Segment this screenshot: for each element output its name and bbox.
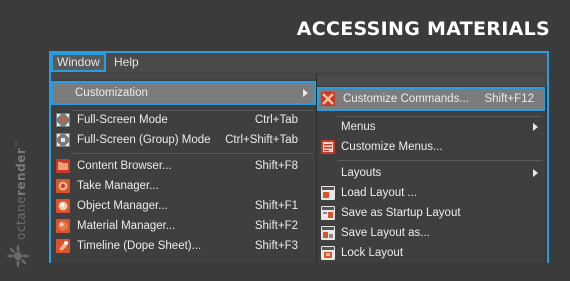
menu-item-label: Content Browser...	[77, 160, 172, 172]
menu-list-icon	[321, 140, 335, 154]
submenu-scroll-edge	[545, 86, 547, 263]
submenu-item-label: Customize Commands...	[343, 93, 469, 105]
keyframe-icon	[56, 239, 70, 253]
sphere-icon	[56, 219, 70, 233]
layout-window-icon	[321, 226, 335, 240]
folder-icon	[56, 159, 70, 173]
submenu-arrow-icon	[533, 123, 538, 131]
submenu-item-customize-commands[interactable]: Customize Commands... Shift+F12	[317, 87, 546, 111]
submenu-item-menus[interactable]: Menus	[317, 117, 546, 137]
lock-layout-icon	[321, 246, 335, 260]
menu-item-label: Customization	[75, 87, 148, 99]
menu-item-shortcut: Shift+F2	[254, 220, 298, 232]
submenu-item-load-layout[interactable]: Load Layout ...	[317, 183, 546, 203]
submenu-item-label: Layouts	[341, 167, 382, 179]
menu-divider	[73, 153, 313, 154]
menu-item-shortcut: Shift+F1	[254, 200, 298, 212]
clapper-icon	[56, 179, 70, 193]
menu-item-shortcut: Shift+F3	[254, 240, 298, 252]
menu-item-shortcut: Shift+F8	[254, 160, 298, 172]
submenu-item-save-startup-layout[interactable]: Save as Startup Layout	[317, 203, 546, 223]
gear-cross-icon	[321, 92, 335, 106]
octane-render-branding: octanerender™	[2, 139, 32, 275]
cube-icon	[56, 199, 70, 213]
submenu-arrow-icon	[533, 169, 538, 177]
submenu-item-save-layout-as[interactable]: Save Layout as...	[317, 223, 546, 243]
submenu-item-label: Save as Startup Layout	[341, 207, 461, 219]
page-title: ACCESSING MATERIALS	[296, 18, 550, 40]
menu-item-material-manager[interactable]: Material Manager... Shift+F2	[51, 216, 316, 236]
customization-submenu: Customize Commands... Shift+F12 Menus Cu…	[316, 86, 546, 263]
menu-item-label: Take Manager...	[77, 180, 159, 192]
menu-help[interactable]: Help	[110, 53, 143, 72]
submenu-item-label: Customize Menus...	[341, 141, 443, 153]
menu-item-timeline[interactable]: Timeline (Dope Sheet)... Shift+F3	[51, 236, 316, 256]
menu-item-shortcut: Ctrl+Shift+Tab	[225, 134, 298, 146]
menu-bar: Window Help	[51, 53, 547, 72]
menu-item-take-manager[interactable]: Take Manager...	[51, 176, 316, 196]
brand-text-light: octane	[14, 196, 28, 240]
menu-item-customization[interactable]: Customization	[51, 81, 316, 105]
submenu-arrow-icon	[303, 89, 308, 97]
submenu-item-label: Load Layout ...	[341, 187, 418, 199]
dropdown-top-rule	[51, 73, 316, 79]
window-menu-dropdown: Customization Full-Screen Mode Ctrl+Tab …	[51, 73, 317, 263]
submenu-item-lock-layout[interactable]: Lock Layout	[317, 243, 546, 263]
submenu-item-customize-menus[interactable]: Customize Menus...	[317, 137, 546, 157]
screenshot-canvas: octanerender™ ACCESSING MATERIALS Window…	[0, 0, 570, 281]
submenu-item-label: Save Layout as...	[341, 227, 430, 239]
fullscreen-arrows-icon	[56, 113, 70, 127]
menu-item-label: Timeline (Dope Sheet)...	[77, 240, 202, 252]
brand-wordmark: octanerender™	[14, 139, 28, 240]
menu-window[interactable]: Window	[51, 53, 106, 72]
submenu-item-label: Menus	[341, 121, 376, 133]
submenu-item-shortcut: Shift+F12	[484, 93, 534, 105]
fullscreen-group-arrows-icon	[56, 133, 70, 147]
layout-window-icon	[321, 186, 335, 200]
menu-item-label: Full-Screen (Group) Mode	[77, 134, 211, 146]
brand-trademark: ™	[14, 139, 23, 148]
brand-text-bold: render	[14, 147, 28, 196]
menu-item-shortcut: Ctrl+Tab	[254, 114, 298, 126]
submenu-divider	[337, 160, 542, 161]
menu-item-label: Object Manager...	[77, 200, 168, 212]
submenu-item-layouts[interactable]: Layouts	[317, 163, 546, 183]
menu-item-label: Full-Screen Mode	[77, 114, 168, 126]
layout-window-icon	[321, 206, 335, 220]
menu-item-object-manager[interactable]: Object Manager... Shift+F1	[51, 196, 316, 216]
menu-item-content-browser[interactable]: Content Browser... Shift+F8	[51, 156, 316, 176]
menu-item-full-screen-group-mode[interactable]: Full-Screen (Group) Mode Ctrl+Shift+Tab	[51, 130, 316, 150]
menu-item-label: Material Manager...	[77, 220, 176, 232]
submenu-item-label: Lock Layout	[341, 247, 404, 259]
octane-logo-icon	[6, 244, 30, 268]
menu-item-full-screen-mode[interactable]: Full-Screen Mode Ctrl+Tab	[51, 110, 316, 130]
